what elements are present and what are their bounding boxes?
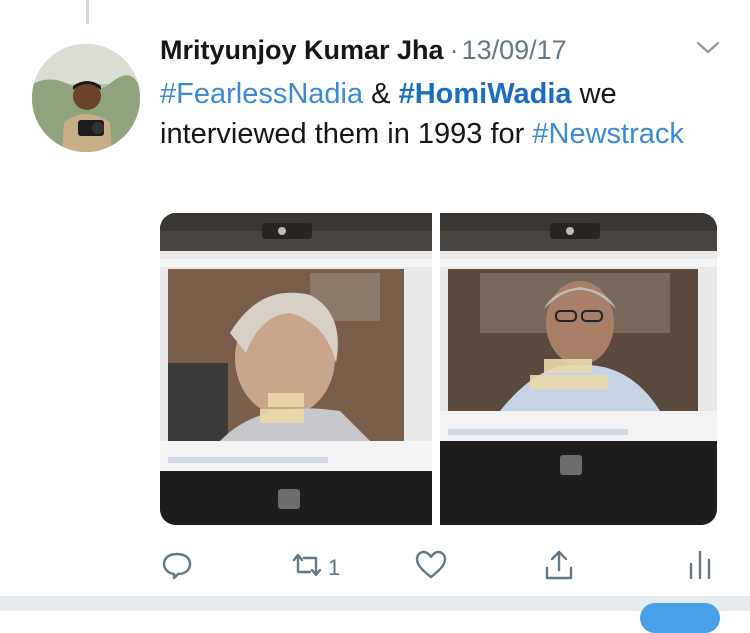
header-separator: · [449,34,459,65]
avatar-photo [32,44,140,152]
hashtag-fearlessnadia[interactable]: #FearlessNadia [160,78,363,110]
share-icon [542,548,576,587]
retweet-icon [288,548,326,587]
tweet-header: Mrityunjoy Kumar Jha · 13/09/17 [160,30,567,70]
like-button[interactable] [414,548,448,587]
heart-icon [414,548,448,587]
tweet-text-ampersand: & [363,78,399,110]
analytics-icon [686,548,714,587]
reply-icon [160,548,194,587]
media-photo-nadia[interactable] [160,213,432,525]
chevron-down-icon[interactable] [694,38,722,58]
tweet-date[interactable]: 13/09/17 [462,35,567,66]
author-avatar[interactable] [32,44,140,152]
tweet-divider-bar [0,596,750,611]
hashtag-newstrack[interactable]: #Newstrack [532,118,684,150]
tweet-actions: 1 [0,540,750,590]
tweet-text: #FearlessNadia & #HomiWadia we interview… [160,74,720,154]
author-name[interactable]: Mrityunjoy Kumar Jha [160,35,444,66]
hashtag-homiwadia[interactable]: #HomiWadia [399,78,572,110]
tweet-media [160,213,717,525]
share-button[interactable] [542,548,576,587]
media-photo-homi-wadia[interactable] [440,213,717,525]
thread-connector-line [86,0,89,24]
analytics-button[interactable] [686,548,714,587]
retweet-count: 1 [328,554,341,580]
compose-button[interactable] [640,603,720,633]
reply-button[interactable] [160,548,194,587]
retweet-button[interactable]: 1 [288,548,340,587]
